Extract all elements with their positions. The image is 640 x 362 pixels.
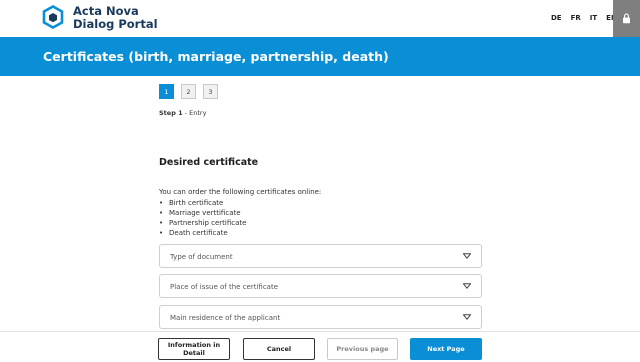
section-intro: You can order the following certificates… — [159, 188, 322, 196]
information-in-detail-button[interactable]: Information in Detail — [158, 338, 230, 360]
place-of-issue-select[interactable]: Place of issue of the certificate — [159, 274, 482, 298]
certificate-list: Birth certificate Marriage verttificate … — [159, 198, 246, 238]
footer-action-bar: Information in Detail Cancel Previous pa… — [0, 331, 640, 362]
language-switcher: DE FR IT EN — [551, 14, 617, 22]
step-caption: Step 1 - Entry — [159, 109, 206, 117]
page-title: Certificates (birth, marriage, partnersh… — [43, 49, 389, 64]
select-label: Place of issue of the certificate — [170, 283, 279, 291]
step-caption-number: Step 1 — [159, 109, 183, 117]
list-item: Birth certificate — [159, 198, 246, 208]
step-1[interactable]: 1 — [159, 84, 174, 99]
next-page-button[interactable]: Next Page — [410, 338, 482, 360]
chevron-down-icon — [463, 283, 471, 289]
login-button[interactable] — [613, 0, 640, 37]
lang-de[interactable]: DE — [551, 14, 562, 22]
acta-nova-logo-icon — [42, 5, 64, 29]
list-item: Death certificate — [159, 228, 246, 238]
chevron-down-icon — [463, 253, 471, 259]
lang-it[interactable]: IT — [590, 14, 597, 22]
chevron-down-icon — [463, 314, 471, 320]
lang-fr[interactable]: FR — [571, 14, 581, 22]
select-label: Type of document — [170, 253, 233, 261]
brand-line-2: Dialog Portal — [73, 17, 158, 31]
list-item: Partnership certificate — [159, 218, 246, 228]
step-indicator: 1 2 3 — [159, 84, 218, 99]
section-title: Desired certificate — [159, 157, 259, 168]
select-label: Main residence of the applicant — [170, 314, 281, 322]
previous-page-button[interactable]: Previous page — [327, 338, 398, 360]
list-item: Marriage verttificate — [159, 208, 246, 218]
step-caption-name: - Entry — [182, 109, 207, 117]
lock-icon — [623, 13, 630, 24]
cancel-button[interactable]: Cancel — [243, 338, 315, 360]
type-of-document-select[interactable]: Type of document — [159, 244, 482, 268]
step-2[interactable]: 2 — [181, 84, 196, 99]
brand-name[interactable]: Acta Nova Dialog Portal — [73, 5, 158, 31]
top-header: Acta Nova Dialog Portal DE FR IT EN — [0, 0, 640, 37]
main-residence-select[interactable]: Main residence of the applicant — [159, 305, 482, 329]
step-3[interactable]: 3 — [203, 84, 218, 99]
page-banner: Certificates (birth, marriage, partnersh… — [0, 37, 640, 76]
